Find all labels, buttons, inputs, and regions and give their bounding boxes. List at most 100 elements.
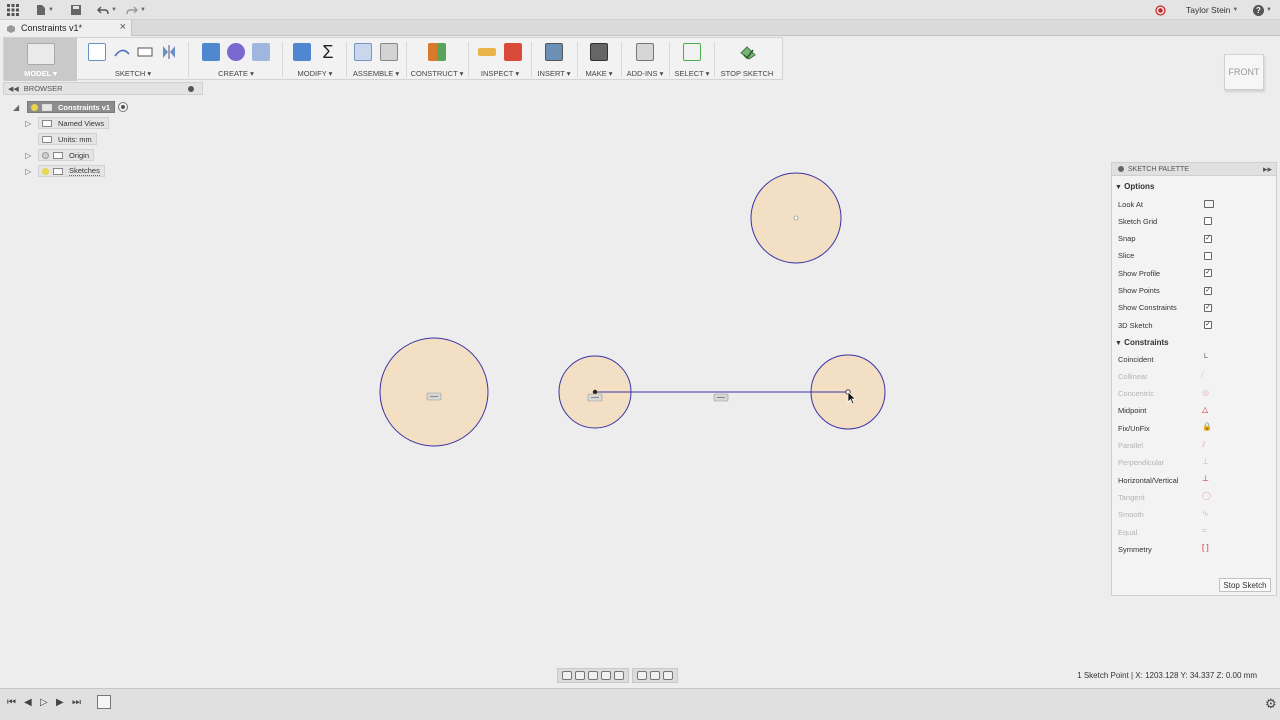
section-triangle-icon[interactable]: ▼ [1115,340,1122,347]
mirror-icon[interactable] [160,43,178,61]
stop-sketch-button[interactable]: Stop Sketch [1219,578,1271,592]
assemble-group[interactable]: ASSEMBLE ▾ [348,38,404,81]
tree-item-named-views[interactable]: ▷ Named Views [3,117,110,129]
coincident-icon[interactable]: └ [1202,353,1208,362]
checkbox-unchecked-icon[interactable] [1204,251,1212,260]
sketch-circle[interactable] [558,355,632,429]
horizontal-constraint-icon[interactable] [587,393,603,402]
horizontal-vertical-icon[interactable]: ⊥ [1202,474,1209,483]
pin-icon[interactable] [1118,166,1124,172]
lock-icon[interactable]: 🔒 [1202,422,1212,431]
option-row[interactable]: 3D Sketch ✓ [1118,318,1268,332]
option-row[interactable]: Snap ✓ [1118,232,1268,246]
checkbox-unchecked-icon[interactable] [1204,217,1212,226]
press-pull-icon[interactable] [293,43,311,61]
lightbulb-icon[interactable] [31,103,38,111]
expand-arrow-icon[interactable]: ▸▸ [1263,164,1272,175]
construct-group[interactable]: CONSTRUCT ▾ [408,38,466,81]
tree-item-sketches[interactable]: ▷ Sketches [3,165,105,177]
option-row[interactable]: Show Profile ✓ [1118,266,1268,280]
collapsed-triangle-icon[interactable]: ▷ [25,167,31,176]
sketch-palette-header[interactable]: SKETCH PALETTE ▸▸ [1112,163,1276,176]
record-icon[interactable] [1155,3,1166,17]
sketch-circle[interactable] [810,354,886,430]
box-icon[interactable] [202,43,220,61]
insert-group[interactable]: INSERT ▾ [533,38,575,81]
constraint-row[interactable]: Horizontal/Vertical ⊥ [1118,473,1268,487]
measure-icon[interactable] [478,48,496,56]
constraint-row[interactable]: Fix/UnFix 🔒 [1118,421,1268,435]
make-group[interactable]: MAKE ▾ [579,38,619,81]
option-row[interactable]: Show Points ✓ [1118,284,1268,298]
collapsed-triangle-icon[interactable]: ▷ [25,119,31,128]
sketch-circle[interactable] [379,337,489,447]
activate-radio-icon[interactable] [118,102,129,112]
viewports-icon[interactable] [663,671,673,680]
insert-image-icon[interactable] [545,43,563,61]
constraint-row[interactable]: Midpoint △ [1118,404,1268,418]
tree-root-row[interactable]: ◢ Constraints v1 [3,101,129,113]
undo-button[interactable]: ▼ [97,3,117,17]
collapsed-triangle-icon[interactable]: ▷ [25,151,31,160]
origin-node[interactable]: Origin [38,149,95,161]
scripts-icon[interactable] [636,43,654,61]
option-row[interactable]: Look At [1118,197,1268,211]
stop-sketch-group[interactable]: STOP SKETCH [716,38,778,81]
pan-icon[interactable] [588,671,598,680]
grid-settings-icon[interactable] [650,671,660,680]
horizontal-constraint-icon[interactable] [426,392,442,401]
stop-sketch-icon[interactable] [738,43,756,61]
orbit-icon[interactable] [562,671,572,680]
modify-group[interactable]: Σ MODIFY ▾ [286,38,344,81]
select-group[interactable]: SELECT ▾ [672,38,712,81]
lightbulb-icon[interactable] [42,167,49,175]
tree-root-node[interactable]: Constraints v1 [27,101,116,113]
option-row[interactable]: Sketch Grid [1118,214,1268,228]
document-tab[interactable]: Constraints v1* × [0,20,132,36]
new-component-icon[interactable] [354,43,372,61]
offset-plane-icon[interactable] [428,43,446,61]
line-endpoint[interactable] [592,389,598,395]
checkbox-checked-icon[interactable]: ✓ [1204,286,1212,295]
constraint-row[interactable]: Coincident └ [1118,352,1268,366]
mirror-body-icon[interactable] [252,43,270,61]
units-node[interactable]: Units: mm [38,133,97,145]
joint-icon[interactable] [380,43,398,61]
line-endpoint[interactable] [845,389,851,395]
checkbox-checked-icon[interactable]: ✓ [1204,303,1212,312]
spline-icon[interactable] [112,43,130,61]
create-sketch-icon[interactable] [88,43,106,61]
circle-center-point[interactable] [793,215,799,221]
view-cube[interactable]: FRONT [1224,54,1264,90]
named-views-node[interactable]: Named Views [38,117,110,129]
browser-header[interactable]: ◀◀ BROWSER [3,82,203,95]
zoom-icon[interactable] [601,671,611,680]
interference-icon[interactable] [504,43,522,61]
go-to-start-icon[interactable]: ⏮ [7,697,16,708]
create-group[interactable]: CREATE ▾ [192,38,280,81]
constraint-row[interactable]: Symmetry [ ] [1118,542,1268,556]
checkbox-checked-icon[interactable]: ✓ [1204,269,1212,278]
timeline-sketch-feature-icon[interactable] [97,695,111,709]
tree-item-origin[interactable]: ▷ Origin [3,149,95,161]
redo-button[interactable]: ▼ [126,3,146,17]
inspect-group[interactable]: INSPECT ▾ [471,38,529,81]
option-row[interactable]: Slice [1118,249,1268,263]
sketch-circle[interactable] [750,172,842,264]
user-menu[interactable]: Taylor Stein ▼ [1186,3,1238,17]
save-button[interactable] [70,3,82,17]
option-row[interactable]: Show Constraints ✓ [1118,301,1268,315]
expanded-triangle-icon[interactable]: ◢ [13,103,19,112]
close-icon[interactable]: × [120,21,126,33]
go-to-end-icon[interactable]: ⏭ [72,697,81,708]
fit-icon[interactable] [614,671,624,680]
checkbox-checked-icon[interactable]: ✓ [1204,321,1212,330]
section-triangle-icon[interactable]: ▼ [1115,184,1122,191]
tree-item-units[interactable]: Units: mm [3,133,97,145]
sketch-group[interactable]: SKETCH ▾ [80,38,186,81]
pin-icon[interactable] [188,86,194,92]
look-at-icon[interactable] [575,671,585,680]
display-settings-icon[interactable] [637,671,647,680]
rectangle-icon[interactable] [136,43,154,61]
midpoint-icon[interactable]: △ [1202,405,1208,414]
